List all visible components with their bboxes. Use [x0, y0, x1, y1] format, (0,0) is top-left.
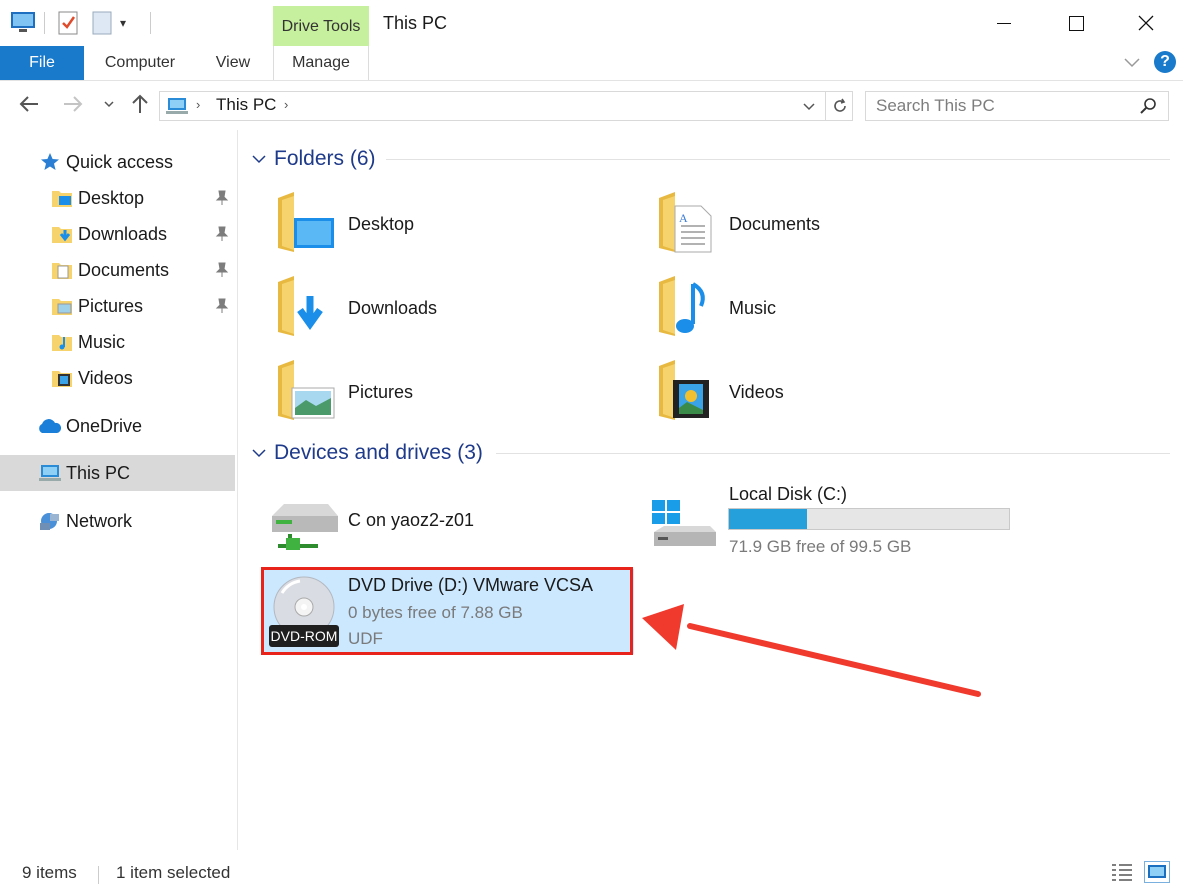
large-icons-view-icon[interactable]: [1144, 861, 1170, 883]
item-count: 9 items: [22, 863, 77, 882]
details-view-icon[interactable]: [1110, 862, 1134, 889]
divider: [98, 866, 99, 884]
status-bar: 9 items 1 item selected: [0, 858, 1183, 888]
annotation-arrow: [642, 604, 981, 697]
selection-count: 1 item selected: [116, 863, 231, 882]
